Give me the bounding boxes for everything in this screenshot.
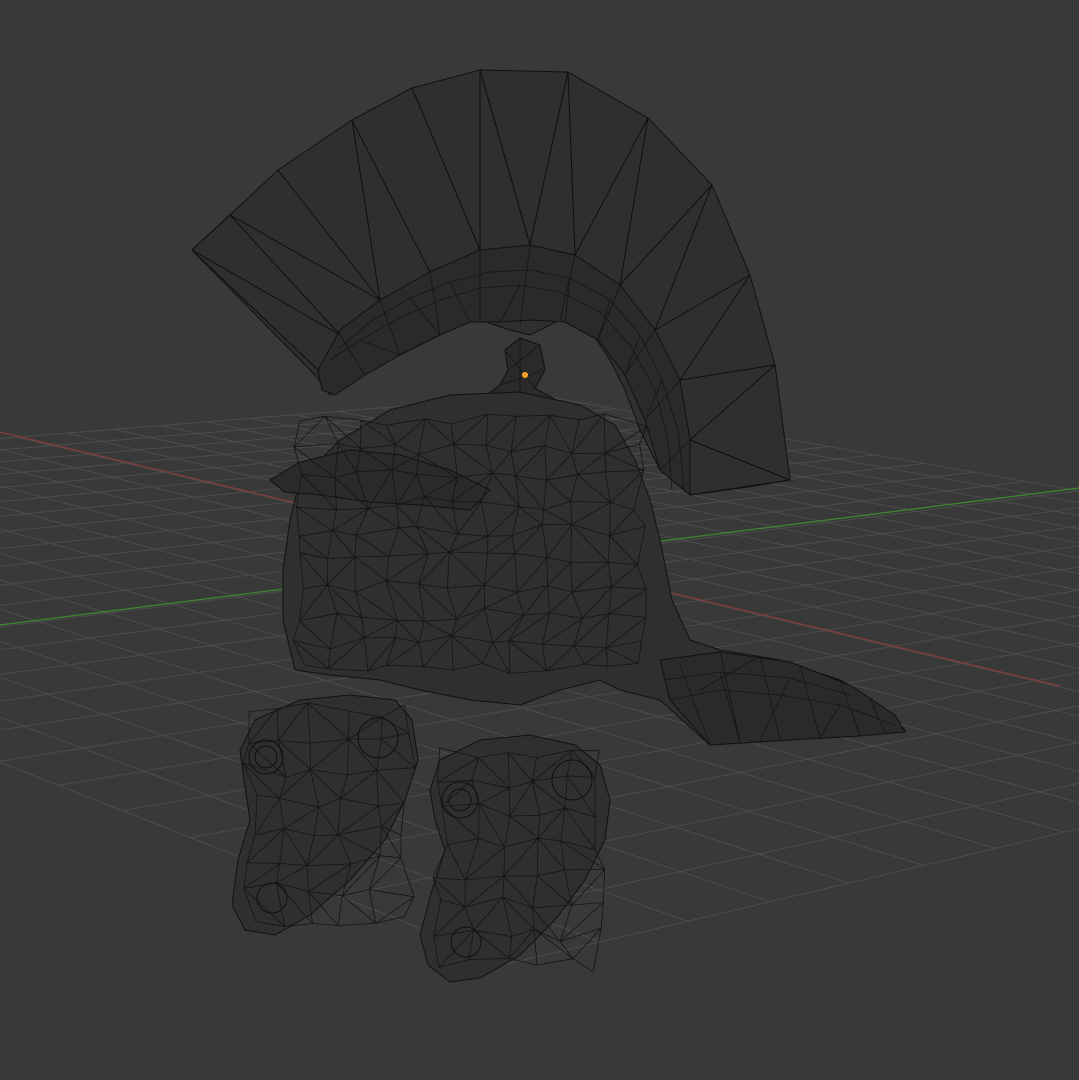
viewport-canvas[interactable] — [0, 0, 1079, 1080]
cheek-guard-left[interactable] — [231, 694, 419, 936]
3d-viewport[interactable] — [0, 0, 1079, 1080]
object-origin-icon[interactable] — [521, 371, 529, 379]
cheek-guard-right[interactable] — [419, 734, 611, 983]
